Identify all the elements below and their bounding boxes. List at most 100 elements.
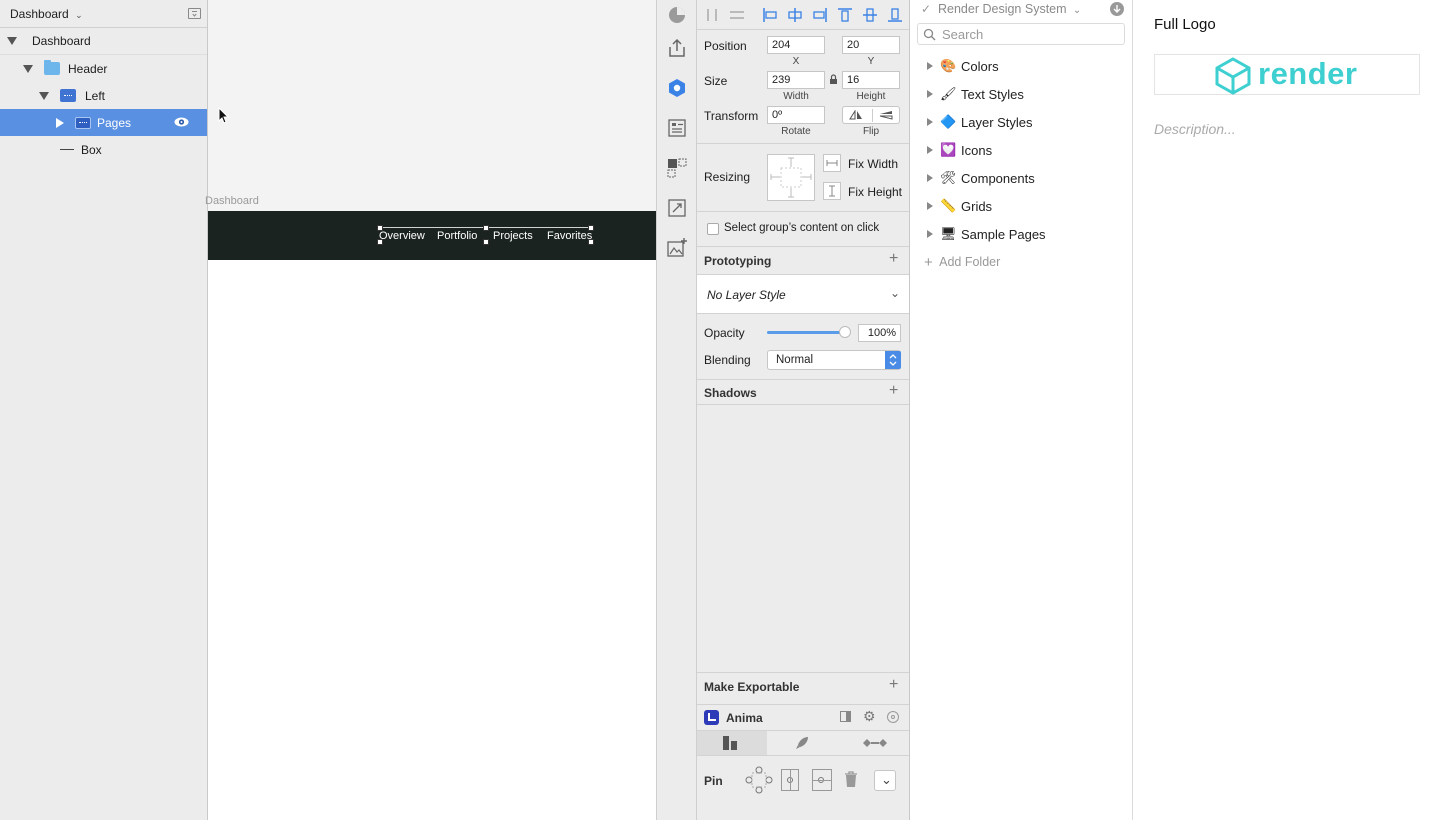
- disclosure-triangle-icon[interactable]: [7, 37, 17, 45]
- canvas[interactable]: Dashboard Overview Portfolio Projects Fa…: [205, 0, 656, 820]
- align-right-icon[interactable]: [812, 7, 828, 23]
- library-title: Render Design System: [938, 2, 1067, 16]
- layer-style-select[interactable]: No Layer Style ⌄: [697, 274, 909, 314]
- align-center-icon[interactable]: [787, 7, 803, 23]
- library-folder-grids[interactable]: 📏 Grids: [910, 192, 1132, 220]
- nav-link-favorites[interactable]: Favorites: [547, 230, 592, 242]
- pin-options-button[interactable]: ⌄: [874, 770, 896, 791]
- disclosure-triangle-icon[interactable]: [23, 64, 33, 73]
- library-folder-layer-styles[interactable]: 🔷 Layer Styles: [910, 108, 1132, 136]
- symbol-title[interactable]: Full Logo: [1154, 16, 1216, 33]
- distribute-vertical-icon[interactable]: [729, 8, 745, 22]
- pin-all-icon[interactable]: [745, 766, 773, 794]
- eye-icon[interactable]: [174, 117, 189, 127]
- export-icon[interactable]: [666, 37, 688, 59]
- library-folder-icons[interactable]: 💟 Icons: [910, 136, 1132, 164]
- search-input[interactable]: Search: [942, 27, 983, 42]
- align-bottom-icon[interactable]: [887, 7, 903, 23]
- link-nodes-icon[interactable]: [862, 737, 888, 749]
- flip-vertical-icon[interactable]: [879, 110, 893, 120]
- align-middle-icon[interactable]: [862, 7, 878, 23]
- align-left-icon[interactable]: [762, 7, 778, 23]
- resize-handle[interactable]: [483, 225, 489, 231]
- resizing-widget[interactable]: [767, 154, 815, 201]
- list-layout-icon[interactable]: [666, 117, 688, 139]
- anima-logo-icon[interactable]: [666, 4, 688, 26]
- link-frame-icon[interactable]: [666, 197, 688, 219]
- disclosure-triangle-icon[interactable]: [927, 146, 933, 154]
- layer-label: Box: [81, 142, 102, 157]
- library-folder-components[interactable]: 🛠 Components: [910, 164, 1132, 192]
- distribute-horizontal-icon[interactable]: [705, 8, 719, 22]
- layer-row-pages[interactable]: Pages: [0, 109, 207, 136]
- add-image-icon[interactable]: [666, 237, 688, 259]
- plus-icon: +: [924, 254, 933, 271]
- disclosure-triangle-icon[interactable]: [927, 118, 933, 126]
- disclosure-triangle-icon[interactable]: [927, 62, 933, 70]
- height-input[interactable]: 16: [842, 71, 900, 89]
- gear-icon[interactable]: ⚙: [863, 708, 876, 725]
- add-folder-button[interactable]: + Add Folder: [924, 254, 1000, 271]
- position-y-input[interactable]: 20: [842, 36, 900, 54]
- add-prototyping-icon[interactable]: +: [889, 250, 898, 268]
- disclosure-triangle-icon[interactable]: [927, 230, 933, 238]
- library-selector[interactable]: Render Design System ⌄: [938, 2, 1081, 16]
- resize-handle[interactable]: [588, 225, 594, 231]
- nav-link-projects[interactable]: Projects: [493, 230, 533, 242]
- target-icon[interactable]: [887, 711, 899, 723]
- layer-row-box[interactable]: Box: [0, 136, 207, 163]
- symbol-hex-icon[interactable]: [666, 77, 688, 99]
- layer-row-header[interactable]: Header: [0, 55, 207, 82]
- lock-icon[interactable]: [829, 74, 838, 85]
- align-top-icon[interactable]: [837, 7, 853, 23]
- download-icon[interactable]: [1110, 2, 1124, 16]
- tab-layout[interactable]: [697, 731, 767, 755]
- library-folder-text-styles[interactable]: 🖌 Text Styles: [910, 80, 1132, 108]
- select-group-checkbox[interactable]: [707, 223, 719, 235]
- layer-row-left[interactable]: Left: [0, 82, 207, 109]
- position-x-input[interactable]: 204: [767, 36, 825, 54]
- blending-select[interactable]: Normal: [767, 350, 901, 370]
- disclosure-triangle-icon[interactable]: [927, 202, 933, 210]
- rocket-icon[interactable]: [794, 735, 810, 751]
- pin-vertical-icon[interactable]: [781, 769, 799, 791]
- collapse-layers-icon[interactable]: [188, 8, 201, 19]
- resize-handle[interactable]: [588, 239, 594, 245]
- nav-link-overview[interactable]: Overview: [379, 230, 425, 242]
- fix-width-icon[interactable]: [823, 154, 841, 172]
- make-exportable-title: Make Exportable: [704, 680, 800, 694]
- fix-height-icon[interactable]: [823, 182, 841, 200]
- trash-icon[interactable]: [844, 771, 858, 788]
- library-folder-colors[interactable]: 🎨 Colors: [910, 52, 1132, 80]
- resize-handle[interactable]: [377, 239, 383, 245]
- disclosure-triangle-icon[interactable]: [927, 174, 933, 182]
- symbol-preview[interactable]: render: [1154, 54, 1420, 95]
- layer-label: Dashboard: [32, 34, 91, 48]
- width-input[interactable]: 239: [767, 71, 825, 89]
- fix-height-label[interactable]: Fix Height: [848, 185, 902, 199]
- page-selector[interactable]: Dashboard ⌄: [10, 7, 83, 21]
- panel-toggle-icon[interactable]: [840, 711, 851, 722]
- nav-link-portfolio[interactable]: Portfolio: [437, 230, 477, 242]
- layer-row-dashboard[interactable]: Dashboard: [0, 28, 207, 55]
- pin-horizontal-icon[interactable]: [812, 769, 832, 791]
- resize-handle[interactable]: [377, 225, 383, 231]
- opacity-slider[interactable]: [767, 326, 851, 338]
- component-grid-icon[interactable]: [666, 157, 688, 179]
- library-folder-sample-pages[interactable]: 🖥 Sample Pages: [910, 220, 1132, 248]
- resize-handle[interactable]: [483, 239, 489, 245]
- add-export-icon[interactable]: +: [889, 676, 898, 694]
- opacity-slider-knob[interactable]: [839, 326, 851, 338]
- artboard-label[interactable]: Dashboard: [205, 195, 259, 207]
- add-shadow-icon[interactable]: +: [889, 382, 898, 400]
- disclosure-triangle-icon[interactable]: [39, 91, 49, 100]
- search-box[interactable]: Search: [917, 23, 1125, 45]
- rotate-input[interactable]: 0º: [767, 106, 825, 124]
- opacity-input[interactable]: 100%: [858, 324, 901, 342]
- description-input[interactable]: Description...: [1154, 121, 1236, 137]
- disclosure-triangle-icon[interactable]: [927, 90, 933, 98]
- fix-width-label[interactable]: Fix Width: [848, 157, 898, 171]
- flip-horizontal-icon[interactable]: [849, 110, 863, 120]
- artboard-navbar[interactable]: Overview Portfolio Projects Favorites: [208, 211, 656, 260]
- disclosure-triangle-icon[interactable]: [56, 117, 64, 128]
